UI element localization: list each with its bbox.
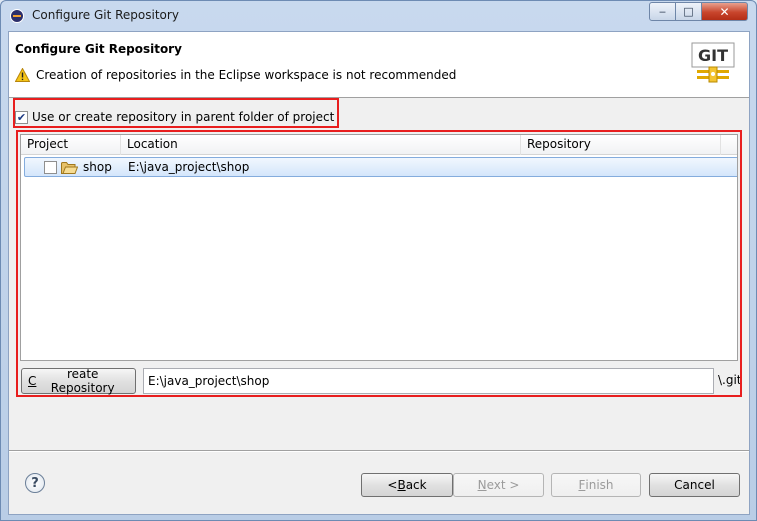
dialog-window: Configure Git Repository ‒ □ ✕ Configure… (0, 0, 757, 521)
cell-project: shop (83, 160, 112, 174)
help-icon[interactable]: ? (25, 473, 45, 493)
parent-folder-option[interactable]: ✔ Use or create repository in parent fol… (15, 108, 334, 126)
git-logo-text: GIT (698, 46, 728, 65)
repository-path-input[interactable]: E:\java_project\shop (143, 368, 714, 394)
eclipse-icon (10, 9, 24, 23)
title-bar[interactable]: Configure Git Repository ‒ □ ✕ (1, 1, 756, 31)
finish-button[interactable]: Finish (551, 473, 641, 497)
parent-folder-checkbox[interactable]: ✔ (15, 110, 28, 124)
footer-separator (9, 450, 749, 452)
header-message: Creation of repositories in the Eclipse … (36, 68, 457, 82)
page-title: Configure Git Repository (15, 42, 182, 56)
next-button[interactable]: Next > (453, 473, 544, 497)
table-header: Project Location Repository (21, 135, 737, 155)
minimize-button[interactable]: ‒ (649, 2, 676, 21)
wizard-header: Configure Git Repository Creation of rep… (9, 32, 749, 98)
warning-icon (15, 68, 30, 82)
close-button[interactable]: ✕ (701, 2, 748, 21)
parent-folder-label: Use or create repository in parent folde… (32, 110, 335, 124)
projects-table: Project Location Repository shop E:\java… (20, 134, 738, 361)
project-folder-icon (61, 162, 78, 174)
cancel-button[interactable]: Cancel (649, 473, 740, 497)
cell-location: E:\java_project\shop (128, 160, 250, 174)
maximize-button[interactable]: □ (675, 2, 702, 21)
create-repository-button[interactable]: Create Repository (21, 367, 136, 395)
column-header-location[interactable]: Location (121, 135, 521, 155)
row-checkbox[interactable] (44, 161, 57, 174)
window-title: Configure Git Repository (32, 8, 179, 22)
git-suffix-label: \.git (718, 373, 742, 387)
column-header-project[interactable]: Project (21, 135, 121, 155)
table-row[interactable]: shop E:\java_project\shop (24, 157, 737, 177)
git-logo-icon: GIT (691, 42, 735, 83)
dialog-content: Configure Git Repository Creation of rep… (8, 31, 750, 515)
column-header-repository[interactable]: Repository (521, 135, 721, 155)
back-button[interactable]: < Back (361, 473, 453, 497)
